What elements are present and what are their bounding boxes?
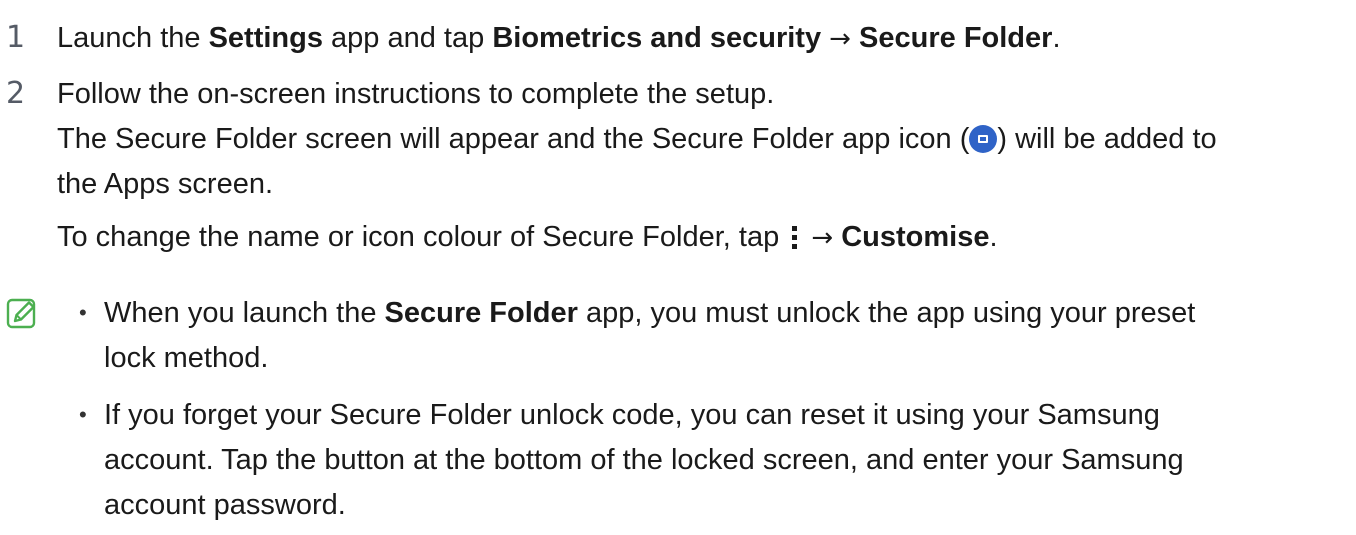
step-2-line-2a: The Secure Folder screen will appear and…: [57, 123, 970, 155]
secure-folder-app-icon: [969, 125, 998, 153]
step-2-line-2: The Secure Folder screen will appear and…: [57, 121, 1217, 157]
secure-folder-label: Secure Folder: [859, 22, 1053, 54]
note-2-line-2: account. Tap the button at the bottom of…: [104, 444, 1184, 476]
biometrics-label: Biometrics and security: [492, 22, 822, 54]
note-2-line-3: account password.: [104, 489, 346, 521]
customise-label: Customise: [841, 221, 990, 253]
note-bullet-1: •: [79, 300, 87, 325]
step-2-line-2b: ) will be added to: [997, 123, 1217, 155]
arrow-icon: →: [811, 223, 834, 253]
note-1-line-2: lock method.: [104, 342, 269, 374]
secure-folder-app-label: Secure Folder: [384, 297, 578, 329]
step-number-2: 2: [6, 76, 26, 111]
more-options-icon: [791, 225, 799, 251]
note-1-line-1: When you launch the Secure Folder app, y…: [104, 295, 1195, 331]
step-2-period: .: [989, 221, 998, 253]
note-1-part-a: When you launch the: [104, 297, 385, 329]
step-number-1: 1: [6, 20, 26, 55]
step-2-line-1: Follow the on-screen instructions to com…: [57, 78, 775, 110]
note-pencil-icon: [6, 298, 36, 329]
step-2-line-3: the Apps screen.: [57, 168, 274, 200]
note-bullet-2: •: [79, 402, 87, 427]
step-1-period: .: [1052, 22, 1061, 54]
arrow-icon: →: [829, 24, 851, 54]
note-2-line-1: If you forget your Secure Folder unlock …: [104, 399, 1160, 431]
step-1-part-c: app and tap: [322, 22, 493, 54]
note-1-part-c: app, you must unlock the app using your …: [577, 297, 1196, 329]
step-2-line-4a: To change the name or icon colour of Sec…: [57, 221, 788, 253]
settings-label: Settings: [208, 22, 323, 54]
step-2-line-4: To change the name or icon colour of Sec…: [57, 219, 998, 256]
step-1-text: Launch the Settings app and tap Biometri…: [57, 20, 1061, 57]
step-1-part-a: Launch the: [57, 22, 209, 54]
